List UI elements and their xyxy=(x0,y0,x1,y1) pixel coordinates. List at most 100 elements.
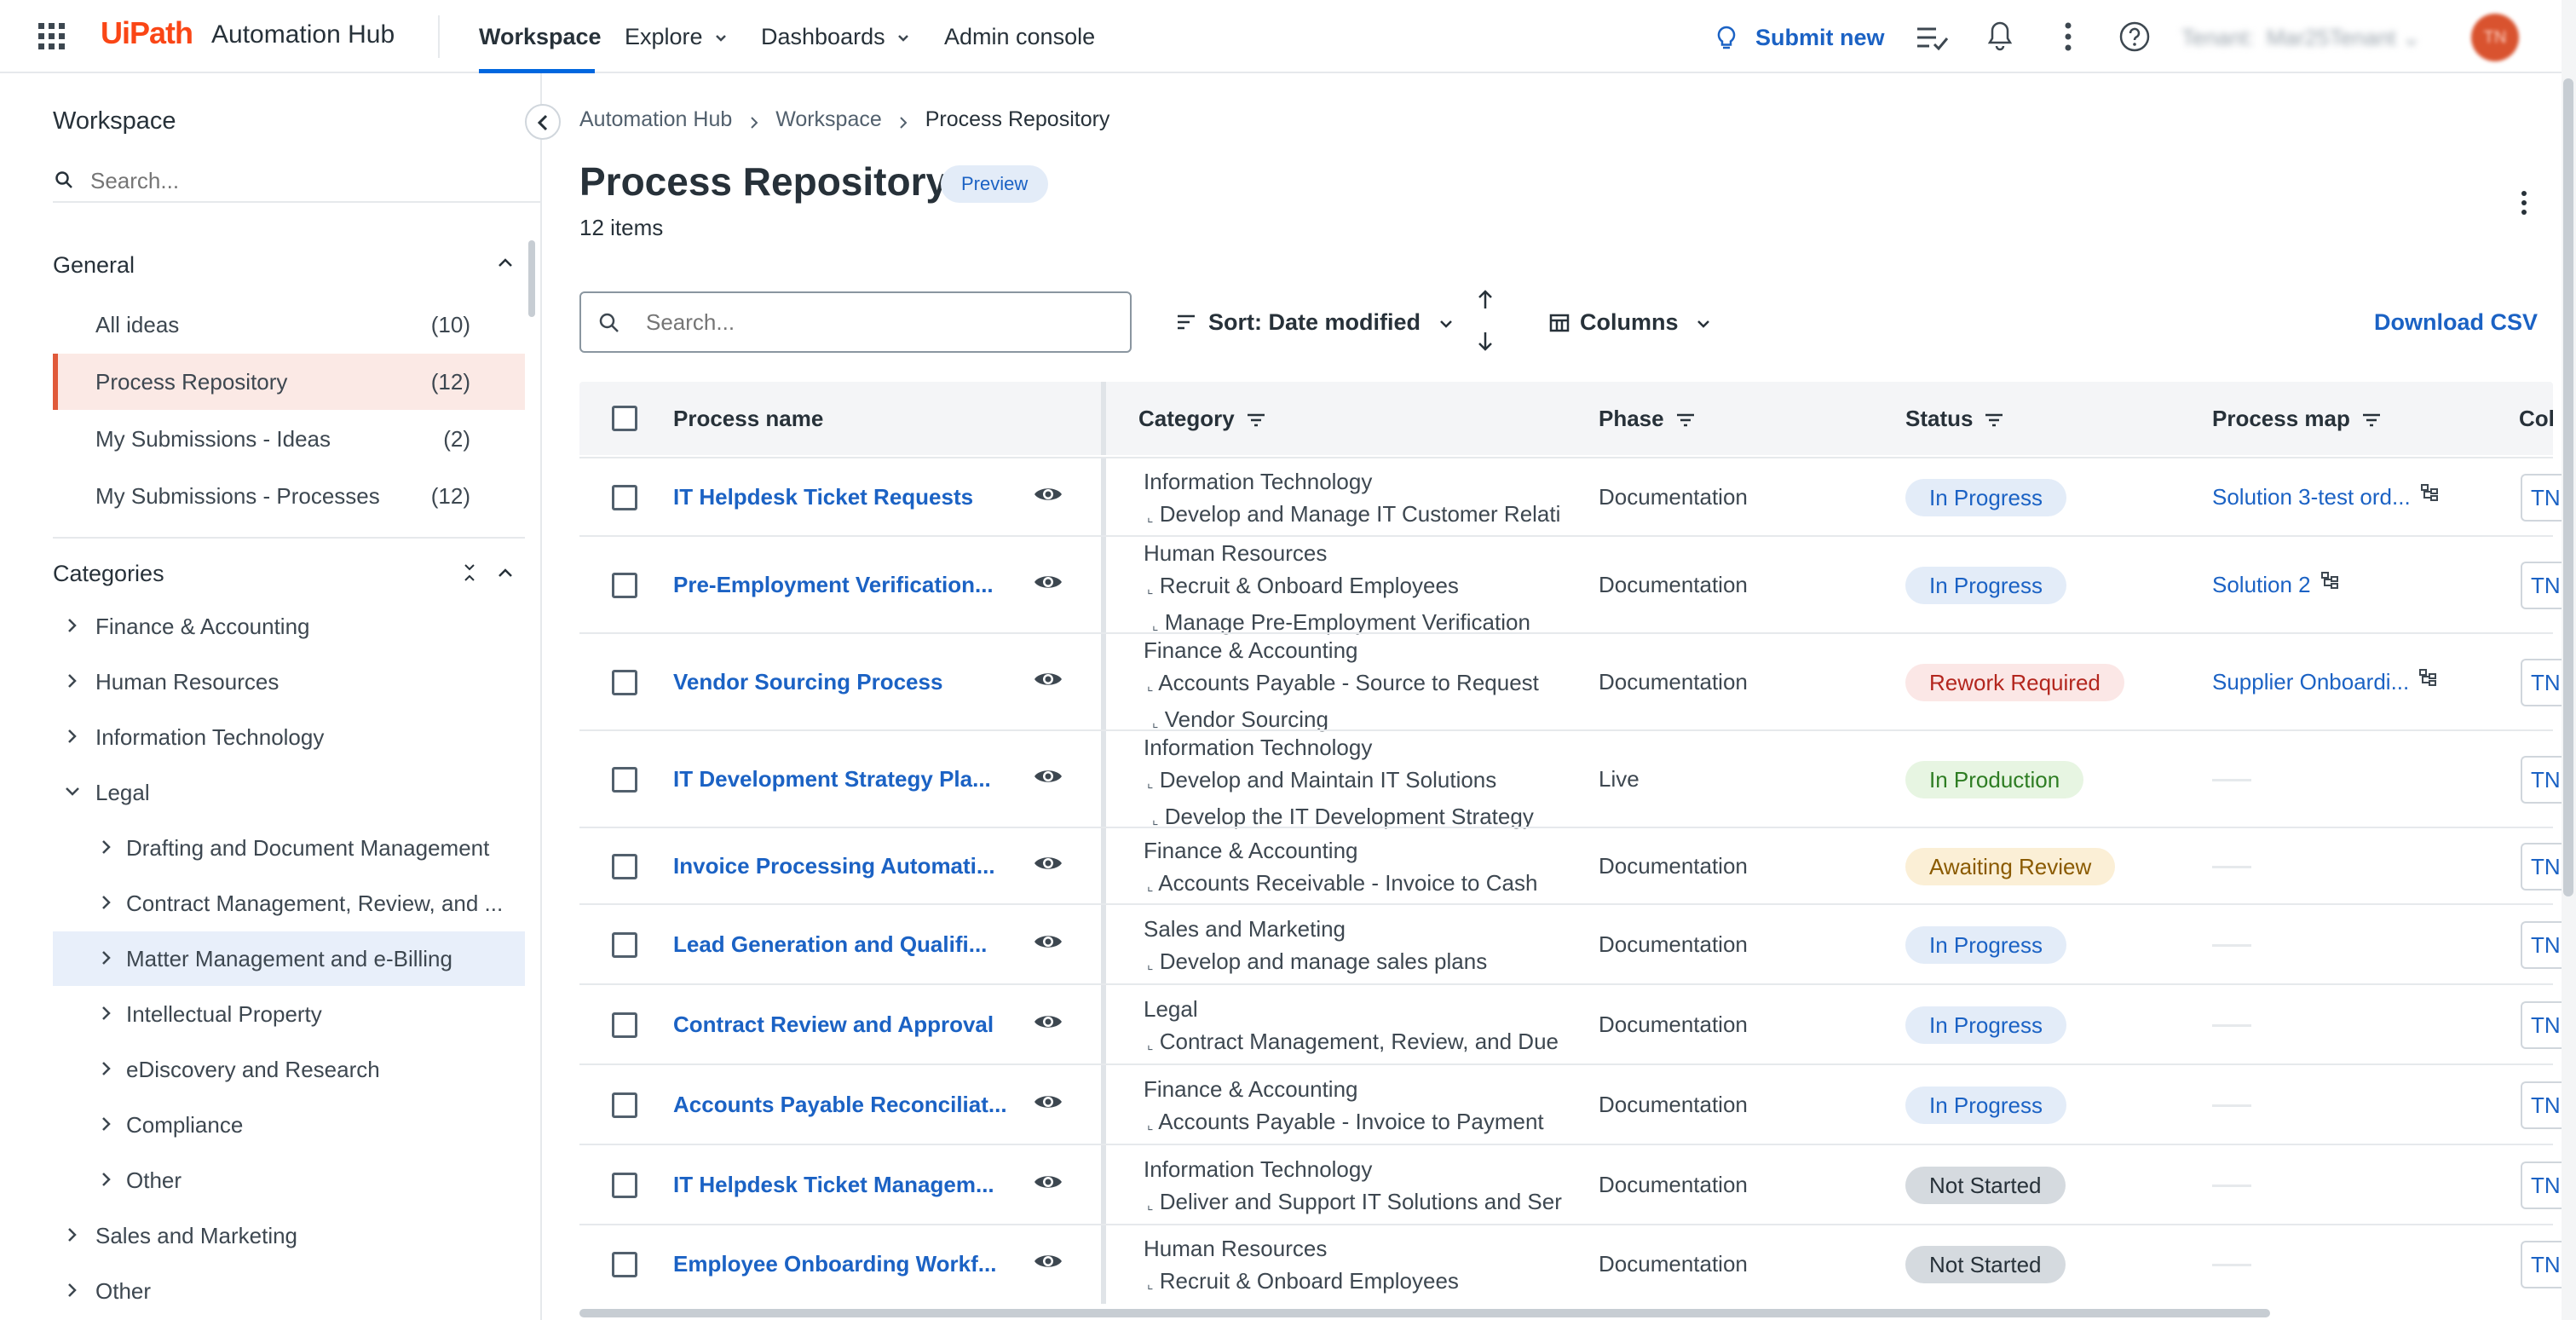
eye-icon[interactable] xyxy=(1033,766,1063,787)
sidebar-scrollbar-thumb[interactable] xyxy=(528,240,535,317)
process-name-link[interactable]: Invoice Processing Automati... xyxy=(673,853,995,879)
process-map-link[interactable]: Solution 3-test ord... xyxy=(2212,484,2438,510)
avatar[interactable]: TN xyxy=(2471,14,2519,61)
eye-icon[interactable] xyxy=(1033,484,1063,504)
row-checkbox[interactable] xyxy=(612,854,637,879)
eye-icon[interactable] xyxy=(1033,1092,1063,1112)
page-scrollbar-thumb[interactable] xyxy=(2563,78,2573,896)
process-search[interactable] xyxy=(579,291,1132,353)
row-checkbox[interactable] xyxy=(612,767,637,793)
category-compliance[interactable]: Compliance xyxy=(53,1098,525,1152)
sidebar-search[interactable] xyxy=(53,160,542,203)
sidebar-search-input[interactable] xyxy=(90,165,516,196)
row-checkbox[interactable] xyxy=(612,932,637,958)
table-row[interactable]: Lead Generation and Qualifi... Sales and … xyxy=(579,903,2572,985)
eye-icon[interactable] xyxy=(1033,669,1063,689)
category-other[interactable]: Other xyxy=(53,1264,525,1318)
category-legal[interactable]: Legal xyxy=(53,765,525,820)
filter-icon[interactable] xyxy=(1676,413,1695,427)
table-row[interactable]: IT Helpdesk Ticket Requests Information T… xyxy=(579,457,2572,537)
row-checkbox[interactable] xyxy=(612,1252,637,1277)
table-row[interactable]: Invoice Processing Automati... Finance & … xyxy=(579,827,2572,905)
row-checkbox[interactable] xyxy=(612,670,637,695)
column-resize-handle[interactable] xyxy=(1101,382,1106,455)
header-category[interactable]: Category xyxy=(1138,382,1265,455)
submit-new-button[interactable]: Submit new xyxy=(1716,20,1885,55)
row-checkbox[interactable] xyxy=(612,485,637,510)
eye-icon[interactable] xyxy=(1033,1012,1063,1032)
nav-admin-console[interactable]: Admin console xyxy=(944,0,1095,73)
category-ediscovery-research[interactable]: eDiscovery and Research xyxy=(53,1042,525,1097)
table-row[interactable]: IT Development Strategy Pla... Informatio… xyxy=(579,729,2572,829)
category-finance-accounting[interactable]: Finance & Accounting xyxy=(53,599,525,654)
sort-dropdown[interactable]: Sort: Date modified xyxy=(1176,305,1453,339)
category-information-technology[interactable]: Information Technology xyxy=(53,710,525,764)
app-launcher-icon[interactable] xyxy=(37,22,66,51)
eye-icon[interactable] xyxy=(1033,572,1063,592)
process-name-link[interactable]: Accounts Payable Reconciliat... xyxy=(673,1092,1007,1118)
sidebar-item-my-submissions-ideas[interactable]: My Submissions - Ideas (2) xyxy=(53,411,525,467)
nav-workspace[interactable]: Workspace xyxy=(479,0,602,73)
uipath-logo[interactable]: UiPath xyxy=(101,15,193,51)
table-row[interactable]: Vendor Sourcing Process Finance & Account… xyxy=(579,632,2572,732)
chevron-up-icon[interactable] xyxy=(498,568,513,578)
collapse-sidebar-button[interactable] xyxy=(525,104,561,140)
eye-icon[interactable] xyxy=(1033,1172,1063,1192)
process-search-input[interactable] xyxy=(646,307,1106,337)
filter-icon[interactable] xyxy=(2362,413,2381,427)
process-name-link[interactable]: Employee Onboarding Workf... xyxy=(673,1251,996,1277)
table-horizontal-scrollbar[interactable] xyxy=(579,1309,2270,1317)
sidebar-item-my-submissions-processes[interactable]: My Submissions - Processes (12) xyxy=(53,468,525,524)
more-vertical-icon[interactable] xyxy=(2064,22,2072,51)
columns-dropdown[interactable]: Columns xyxy=(1549,305,1710,339)
eye-icon[interactable] xyxy=(1033,1251,1063,1271)
eye-icon[interactable] xyxy=(1033,931,1063,952)
table-row[interactable]: IT Helpdesk Ticket Managem... Information… xyxy=(579,1144,2572,1225)
row-checkbox[interactable] xyxy=(612,1173,637,1198)
select-all-checkbox[interactable] xyxy=(612,406,637,431)
nav-explore[interactable]: Explore xyxy=(625,0,727,73)
breadcrumb-item[interactable]: Automation Hub xyxy=(579,107,732,131)
process-name-link[interactable]: IT Helpdesk Ticket Requests xyxy=(673,484,973,510)
process-map-link[interactable]: Supplier Onboardi... xyxy=(2212,669,2437,695)
header-col[interactable]: Col xyxy=(2519,382,2553,455)
chevron-up-icon[interactable] xyxy=(498,257,513,268)
process-name-link[interactable]: Pre-Employment Verification... xyxy=(673,572,994,598)
collapse-all-icon[interactable] xyxy=(462,562,477,583)
process-name-link[interactable]: Vendor Sourcing Process xyxy=(673,669,942,695)
nav-dashboards[interactable]: Dashboards xyxy=(761,0,909,73)
table-row[interactable]: Employee Onboarding Workf... Human Resour… xyxy=(579,1224,2572,1304)
process-name-link[interactable]: IT Development Strategy Pla... xyxy=(673,766,991,793)
category-contract-management[interactable]: Contract Management, Review, and ... xyxy=(53,876,525,931)
tasks-icon[interactable] xyxy=(1916,24,1950,51)
category-matter-management[interactable]: Matter Management and e-Billing xyxy=(53,931,525,986)
category-legal-other[interactable]: Other xyxy=(53,1153,525,1208)
header-process-map[interactable]: Process map xyxy=(2212,382,2381,455)
sort-direction-button[interactable] xyxy=(1476,288,1495,356)
process-name-link[interactable]: IT Helpdesk Ticket Managem... xyxy=(673,1172,994,1198)
sidebar-item-all-ideas[interactable]: All ideas (10) xyxy=(53,297,525,353)
download-csv-link[interactable]: Download CSV xyxy=(2374,305,2538,339)
category-drafting-document-management[interactable]: Drafting and Document Management xyxy=(53,821,525,875)
filter-icon[interactable] xyxy=(1247,413,1265,427)
category-human-resources[interactable]: Human Resources xyxy=(53,654,525,709)
header-status[interactable]: Status xyxy=(1905,382,2003,455)
help-icon[interactable] xyxy=(2118,20,2151,53)
notifications-bell-icon[interactable] xyxy=(1987,20,2013,51)
header-phase[interactable]: Phase xyxy=(1599,382,1695,455)
process-name-link[interactable]: Contract Review and Approval xyxy=(673,1012,994,1038)
table-row[interactable]: Contract Review and Approval Legal ⌞ Contr… xyxy=(579,983,2572,1065)
header-process-name[interactable]: Process name xyxy=(673,382,823,455)
row-checkbox[interactable] xyxy=(612,1012,637,1038)
category-intellectual-property[interactable]: Intellectual Property xyxy=(53,987,525,1041)
process-map-link[interactable]: Solution 2 xyxy=(2212,572,2338,598)
filter-icon[interactable] xyxy=(1985,413,2003,427)
table-row[interactable]: Pre-Employment Verification... Human Reso… xyxy=(579,535,2572,635)
more-vertical-icon[interactable] xyxy=(2521,191,2527,215)
process-name-link[interactable]: Lead Generation and Qualifi... xyxy=(673,931,987,958)
table-row[interactable]: Accounts Payable Reconciliat... Finance &… xyxy=(579,1063,2572,1145)
row-checkbox[interactable] xyxy=(612,573,637,598)
breadcrumb-item[interactable]: Workspace xyxy=(775,107,882,131)
sidebar-item-process-repository[interactable]: Process Repository (12) xyxy=(53,354,525,410)
row-checkbox[interactable] xyxy=(612,1092,637,1118)
